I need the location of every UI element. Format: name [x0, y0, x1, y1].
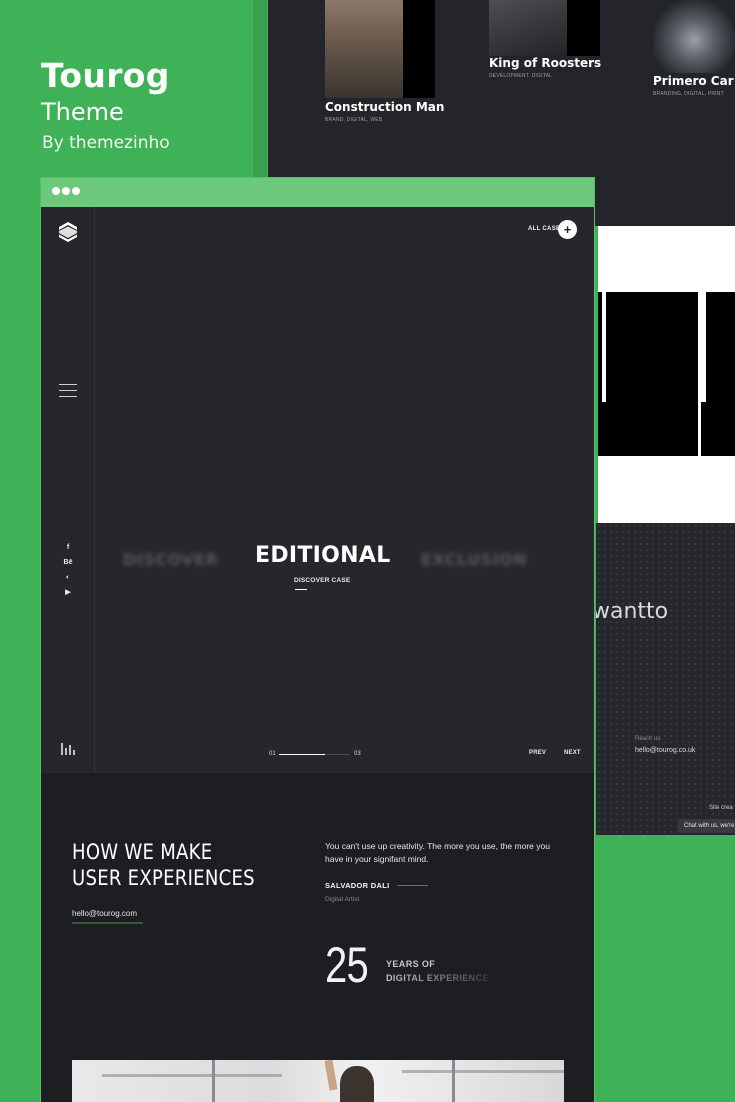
behance-icon[interactable]: Bē: [62, 558, 74, 568]
contact-heading: wantto: [596, 599, 669, 624]
case-thumbnail-roosters[interactable]: [489, 0, 600, 56]
next-button[interactable]: NEXT: [564, 750, 581, 756]
slide-title-prev[interactable]: DISCOVER: [123, 550, 218, 569]
reach-email-link[interactable]: hello@tourog.co.uk: [635, 747, 695, 754]
all-cases-plus-button[interactable]: +: [558, 220, 577, 239]
case-thumbnail-car[interactable]: [653, 0, 735, 73]
slide-progress-bar: [279, 754, 350, 755]
case-tags: BRAND, DIGITAL, WEB: [325, 117, 383, 123]
brand-title: Tourog: [41, 56, 170, 95]
about-section: HOW WE MAKE USER EXPERIENCES hello@touro…: [41, 773, 594, 1102]
facebook-icon[interactable]: f: [62, 543, 74, 553]
case-thumbnail-construction[interactable]: [325, 0, 435, 98]
slide-title-current: EDITIONAL: [255, 543, 391, 568]
github-icon[interactable]: ◐: [62, 573, 74, 583]
window-dot-icon: [72, 187, 80, 195]
site-credit: Site crea: [709, 805, 733, 811]
case-tags: BRANDING, DIGITAL, PRINT: [653, 91, 724, 97]
browser-window: f Bē ◐ ▶ ALL CASES + DISCOVER EDITIONAL …: [40, 177, 595, 1102]
window-dot-icon: [52, 187, 60, 195]
progress-start: 01: [269, 751, 276, 757]
chat-button[interactable]: Chat with us, we're: [678, 819, 735, 833]
about-email-underline: [72, 922, 143, 924]
quote-text: You can't use up creativity. The more yo…: [325, 841, 550, 864]
hero-slider: f Bē ◐ ▶ ALL CASES + DISCOVER EDITIONAL …: [41, 207, 594, 773]
equalizer-icon[interactable]: [61, 743, 75, 755]
case-title[interactable]: Primero Car: [653, 74, 734, 88]
youtube-icon[interactable]: ▶: [62, 588, 74, 598]
brand-subtitle: Theme: [41, 98, 124, 126]
quote-author: SALVADOR DALI: [325, 881, 390, 890]
slide-title-next[interactable]: EXCLUSION: [421, 550, 527, 569]
years-label-line2: DIGITAL EXPERIENCE: [386, 973, 489, 983]
gym-photo: [72, 1060, 564, 1102]
back-preview-contact: wantto Reach us hello@tourog.co.uk Site …: [596, 523, 735, 835]
years-label-line1: YEARS OF: [386, 959, 436, 969]
menu-icon[interactable]: [59, 384, 77, 398]
window-dot-icon: [62, 187, 70, 195]
brand-logo-icon[interactable]: [58, 221, 78, 243]
prev-button[interactable]: PREV: [529, 750, 546, 756]
about-email-link[interactable]: hello@tourog.com: [72, 909, 137, 918]
brand-byline: By themezinho: [42, 133, 170, 153]
case-title[interactable]: Construction Man: [325, 100, 444, 114]
author-divider: [397, 885, 428, 886]
years-number: 25: [325, 937, 369, 993]
discover-case-underline: [295, 589, 307, 590]
case-tags: DEVELOPMENT, DIGITAL: [489, 73, 553, 79]
browser-title-bar: [41, 178, 594, 207]
about-heading: HOW WE MAKE USER EXPERIENCES: [72, 840, 255, 890]
reach-label: Reach us: [635, 736, 661, 742]
progress-end: 03: [354, 751, 361, 757]
case-title[interactable]: King of Roosters: [489, 56, 601, 70]
discover-case-link[interactable]: DISCOVER CASE: [294, 577, 350, 584]
slide-progress-fill: [279, 754, 326, 755]
back-preview-white-panel: [598, 226, 735, 523]
author-role: Digital Artist: [325, 896, 360, 903]
sidebar-divider: [94, 207, 95, 773]
